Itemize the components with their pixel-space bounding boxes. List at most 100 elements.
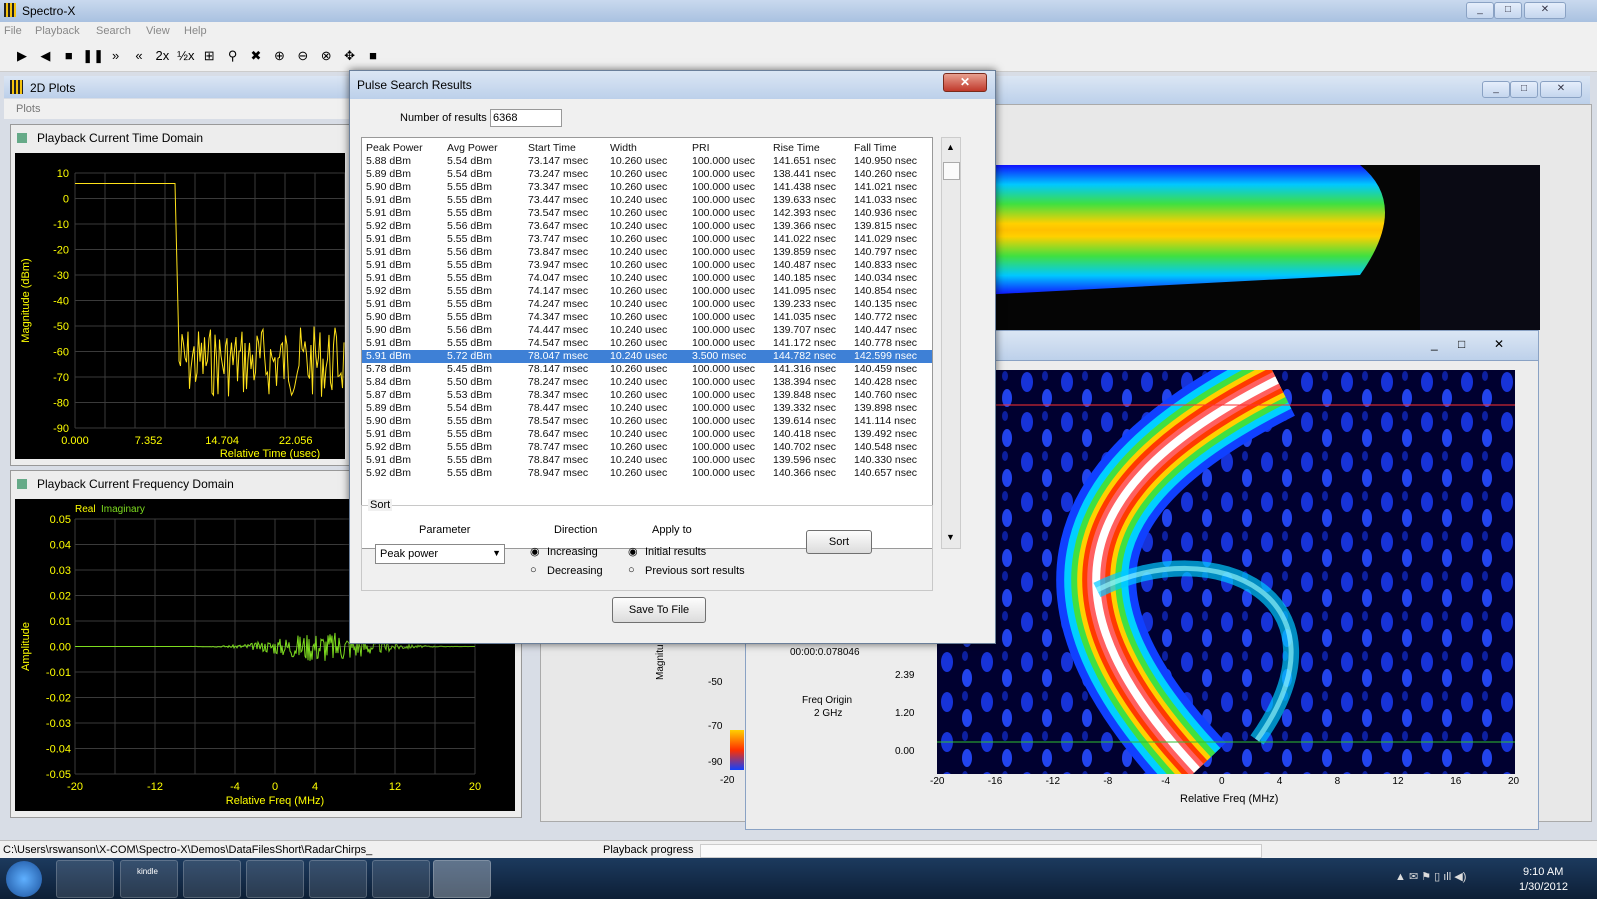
speed-2x-icon[interactable]: 2x — [152, 46, 172, 66]
table-row[interactable]: 5.84 dBm 5.50 dBm 78.247 msec 10.240 usec 10… — [362, 376, 932, 389]
zoom-reset-icon[interactable]: ⊗ — [316, 46, 336, 66]
table-row[interactable]: 5.90 dBm 5.55 dBm 78.547 msec 10.260 usec 10… — [362, 415, 932, 428]
taskbar-file-manager[interactable] — [246, 860, 304, 898]
menu-playback[interactable]: Playback — [35, 25, 80, 37]
minimize-button[interactable]: _ — [1466, 2, 1494, 19]
menu-file[interactable]: File — [4, 25, 22, 37]
radio-decreasing[interactable]: ○ — [530, 564, 537, 576]
menu-search[interactable]: Search — [96, 25, 131, 37]
sort-button[interactable]: Sort — [806, 530, 872, 554]
table-row[interactable]: 5.78 dBm 5.45 dBm 78.147 msec 10.260 usec 10… — [362, 363, 932, 376]
time-plot-area[interactable]: 10 0 -10 -20 -30 -40 -50 -60 -70 -80 -90 0.000 7.352… — [15, 153, 345, 459]
dialog-close-button[interactable]: ✕ — [943, 73, 987, 92]
table-cell: 5.90 dBm — [366, 415, 411, 427]
speed-half-icon[interactable]: ½x — [176, 46, 196, 66]
column-header[interactable]: Rise Time — [773, 142, 820, 155]
pause-icon[interactable]: ❚❚ — [82, 46, 104, 66]
stop-square-icon[interactable]: ■ — [363, 46, 383, 66]
main-spectrogram[interactable] — [937, 370, 1515, 774]
table-row[interactable]: 5.92 dBm 5.56 dBm 73.647 msec 10.240 usec 10… — [362, 220, 932, 233]
table-row[interactable]: 5.91 dBm 5.55 dBm 78.847 msec 10.240 usec 10… — [362, 454, 932, 467]
fit-icon[interactable]: ✥ — [340, 46, 360, 66]
table-row[interactable]: 5.91 dBm 5.55 dBm 78.647 msec 10.240 usec 10… — [362, 428, 932, 441]
table-scrollbar[interactable]: ▲ ▼ — [941, 137, 961, 549]
menu-help[interactable]: Help — [184, 25, 207, 37]
clear-search-icon[interactable]: ✖ — [246, 46, 266, 66]
taskbar-word[interactable] — [372, 860, 430, 898]
table-row[interactable]: 5.91 dBm 5.55 dBm 73.947 msec 10.260 usec 10… — [362, 259, 932, 272]
table-cell: 5.90 dBm — [366, 311, 411, 323]
table-row[interactable]: 5.92 dBm 5.55 dBm 78.947 msec 10.260 usec 10… — [362, 467, 932, 480]
start-button[interactable] — [6, 861, 42, 897]
column-header[interactable]: Start Time — [528, 142, 576, 155]
search-pulse-icon[interactable]: ⚲ — [223, 46, 243, 66]
rewind-icon[interactable]: « — [129, 46, 149, 66]
upper-spectrogram[interactable] — [980, 165, 1540, 330]
close-app-button[interactable]: ✕ — [1524, 2, 1566, 19]
play-icon[interactable]: ▶ — [12, 46, 32, 66]
chevron-down-icon[interactable]: ▼ — [492, 548, 501, 558]
column-header[interactable]: Peak Power — [366, 142, 423, 155]
menu-view[interactable]: View — [146, 25, 170, 37]
save-to-file-button[interactable]: Save To File — [612, 597, 706, 623]
table-cell: 74.547 msec — [528, 337, 589, 349]
column-header[interactable]: Avg Power — [447, 142, 498, 155]
taskbar-spectro-x[interactable] — [433, 860, 491, 898]
sub-minimize-button[interactable]: _ — [1431, 337, 1438, 351]
grid-icon[interactable]: ⊞ — [199, 46, 219, 66]
table-row[interactable]: 5.87 dBm 5.53 dBm 78.347 msec 10.260 usec 10… — [362, 389, 932, 402]
table-row[interactable]: 5.89 dBm 5.54 dBm 78.447 msec 10.240 usec 10… — [362, 402, 932, 415]
taskbar-explorer-folder[interactable] — [56, 860, 114, 898]
taskbar-app[interactable] — [309, 860, 367, 898]
spectro-maximize-button[interactable]: □ — [1510, 81, 1538, 98]
table-row[interactable]: 5.89 dBm 5.54 dBm 73.247 msec 10.260 usec 10… — [362, 168, 932, 181]
result-count-field[interactable] — [490, 109, 562, 127]
table-row[interactable]: 5.91 dBm 5.55 dBm 73.447 msec 10.240 usec 10… — [362, 194, 932, 207]
spectro-minimize-button[interactable]: _ — [1482, 81, 1510, 98]
table-row[interactable]: 5.91 dBm 5.55 dBm 74.047 msec 10.240 usec 10… — [362, 272, 932, 285]
zoom-in-icon[interactable]: ⊕ — [269, 46, 289, 66]
table-row[interactable]: 5.90 dBm 5.56 dBm 74.447 msec 10.240 usec 10… — [362, 324, 932, 337]
table-row[interactable]: 5.92 dBm 5.55 dBm 74.147 msec 10.260 usec 10… — [362, 285, 932, 298]
spectro-close-button[interactable]: ✕ — [1540, 81, 1582, 98]
scroll-thumb[interactable] — [943, 162, 960, 180]
radio-previous-results[interactable]: ○ — [628, 564, 635, 576]
table-row[interactable]: 5.92 dBm 5.55 dBm 78.747 msec 10.260 usec 10… — [362, 441, 932, 454]
table-row[interactable]: 5.91 dBm 5.56 dBm 73.847 msec 10.240 usec 10… — [362, 246, 932, 259]
spectro-x-tick: -8 — [1103, 776, 1113, 787]
table-row[interactable]: 5.90 dBm 5.55 dBm 73.347 msec 10.260 usec 10… — [362, 181, 932, 194]
taskbar-firefox[interactable] — [183, 860, 241, 898]
table-cell: 140.034 nsec — [854, 272, 918, 284]
table-cell: 100.000 usec — [692, 363, 756, 375]
zoom-out-icon[interactable]: ⊖ — [293, 46, 313, 66]
stop-icon[interactable]: ■ — [59, 46, 79, 66]
maximize-button[interactable]: □ — [1494, 2, 1522, 19]
table-row[interactable]: 5.91 dBm 5.55 dBm 73.547 msec 10.260 usec 10… — [362, 207, 932, 220]
radio-increasing[interactable]: ◉ — [530, 545, 540, 558]
panel-pin-icon[interactable] — [17, 133, 27, 143]
table-row[interactable]: 5.90 dBm 5.55 dBm 74.347 msec 10.260 usec 10… — [362, 311, 932, 324]
table-row[interactable]: 5.91 dBm 5.55 dBm 74.247 msec 10.240 usec 10… — [362, 298, 932, 311]
results-table[interactable]: Peak Power Avg Power Start Time Width PRI Ris… — [361, 137, 933, 549]
table-row[interactable]: 5.88 dBm 5.54 dBm 73.147 msec 10.260 usec 10… — [362, 155, 932, 168]
taskbar-kindle[interactable]: kindle — [120, 860, 178, 898]
sub-close-button[interactable]: ✕ — [1494, 337, 1504, 351]
table-row[interactable]: 5.91 dBm 5.55 dBm 74.547 msec 10.260 usec 10… — [362, 337, 932, 350]
scroll-up-icon[interactable]: ▲ — [946, 142, 955, 152]
parameter-dropdown[interactable]: Peak power ▼ — [375, 544, 505, 564]
column-header[interactable]: Width — [610, 142, 637, 155]
radio-initial-results[interactable]: ◉ — [628, 545, 638, 558]
scroll-down-icon[interactable]: ▼ — [946, 532, 955, 542]
column-header[interactable]: PRI — [692, 142, 710, 155]
system-tray[interactable]: ▲ ✉ ⚑ ▯ ıll ◀) — [1395, 870, 1505, 884]
panel-pin-icon[interactable] — [17, 479, 27, 489]
sub-maximize-button[interactable]: □ — [1458, 337, 1465, 351]
table-row[interactable]: 5.91 dBm 5.72 dBm 78.047 msec 10.240 usec 3.… — [362, 350, 932, 363]
table-row[interactable]: 5.91 dBm 5.55 dBm 73.747 msec 10.260 usec 10… — [362, 233, 932, 246]
table-cell: 100.000 usec — [692, 415, 756, 427]
step-back-icon[interactable]: ◀ — [35, 46, 55, 66]
plots-menu[interactable]: Plots — [16, 103, 40, 115]
taskbar: kindle 9:10 AM 1/30/2012 ▲ ✉ ⚑ ▯ ıll ◀) — [0, 858, 1597, 899]
fast-forward-icon[interactable]: » — [106, 46, 126, 66]
column-header[interactable]: Fall Time — [854, 142, 897, 155]
